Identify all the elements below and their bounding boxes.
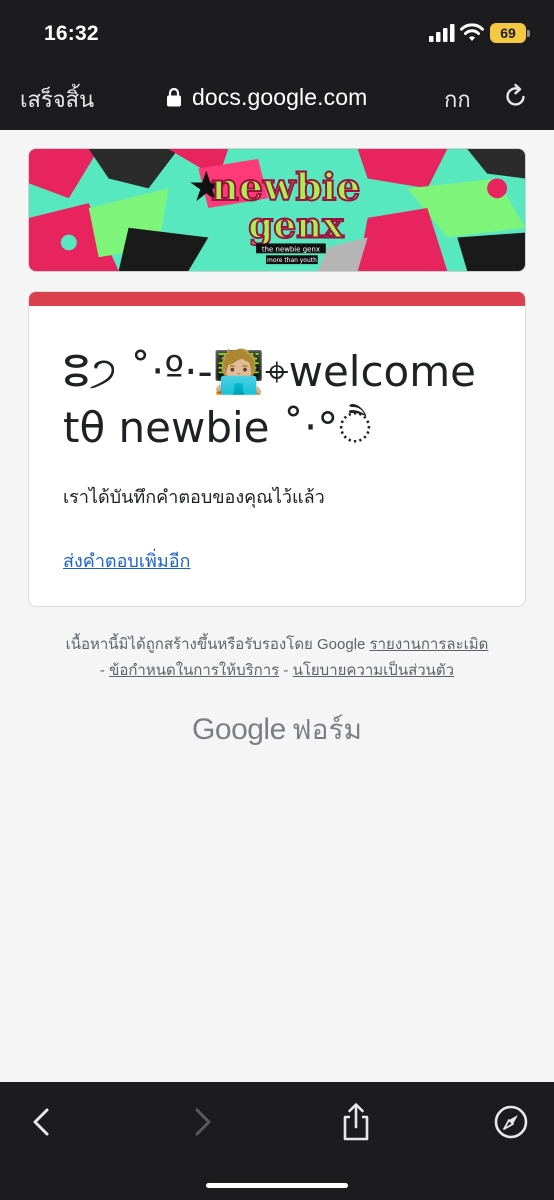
report-abuse-link[interactable]: รายงานการละเมิด	[370, 636, 489, 653]
chevron-left-icon[interactable]	[22, 1102, 62, 1142]
terms-link[interactable]: ข้อกำหนดในการให้บริการ	[109, 662, 279, 679]
wifi-icon	[460, 23, 484, 41]
status-time: 16:32	[44, 22, 99, 45]
google-forms-logo[interactable]: Google ฟอร์ม	[0, 708, 554, 752]
banner-title-line1: newbie	[211, 165, 360, 209]
browser-top-bar: เสร็จสิ้น docs.google.com กก	[0, 70, 554, 130]
reload-icon[interactable]	[503, 83, 529, 109]
footer-separator: -	[279, 662, 293, 679]
forms-wordmark: ฟอร์ม	[291, 714, 362, 745]
home-indicator[interactable]	[206, 1183, 348, 1188]
footer-disclaimer-line: เนื้อหานี้มิได้ถูกสร้างขึ้นหรือรับรองโดย…	[0, 632, 554, 656]
cellular-signal-icon	[429, 24, 455, 42]
status-bar: 16:32 69	[0, 0, 554, 70]
banner-tagline: more than youth	[267, 257, 317, 264]
banner-subtitle: the newbie genx	[262, 245, 320, 253]
battery-level: 69	[490, 23, 526, 43]
confirmation-message: เราได้บันทึกคำตอบของคุณไว้แล้ว	[63, 487, 325, 507]
privacy-link[interactable]: นโยบายความเป็นส่วนตัว	[293, 662, 455, 679]
footer-disclaimer: เนื้อหานี้มิได้ถูกสร้างขึ้นหรือรับรองโดย…	[65, 636, 366, 653]
submit-another-link[interactable]: ส่งคำตอบเพิ่มอีก	[63, 546, 190, 575]
google-wordmark: Google	[192, 713, 286, 746]
footer-links-line: - ข้อกำหนดในการให้บริการ - นโยบายความเป็…	[0, 658, 554, 682]
footer-separator: -	[99, 662, 110, 679]
card-accent-bar	[29, 292, 525, 306]
battery-icon: 69	[490, 23, 530, 43]
address-bar[interactable]: docs.google.com	[166, 82, 367, 112]
chevron-right-icon[interactable]	[182, 1102, 222, 1142]
confirmation-card: ⵓ੭‎ ˚‧º·-🧑🏼‍💻⌖welcome tθ newbie ˚‧°ੈ เรา…	[28, 291, 526, 607]
compass-icon[interactable]	[491, 1102, 531, 1142]
banner-title-line2: genx	[248, 206, 344, 247]
text-size-button[interactable]: กก	[444, 82, 471, 117]
form-title: ⵓ੭‎ ˚‧º·-🧑🏼‍💻⌖welcome tθ newbie ˚‧°ੈ	[63, 347, 477, 452]
share-icon[interactable]	[336, 1102, 376, 1142]
url-text: docs.google.com	[192, 83, 368, 110]
form-header-banner: newbie genx the newbie genx more than yo…	[28, 148, 526, 272]
done-button[interactable]: เสร็จสิ้น	[20, 82, 94, 117]
lock-icon	[167, 87, 181, 107]
